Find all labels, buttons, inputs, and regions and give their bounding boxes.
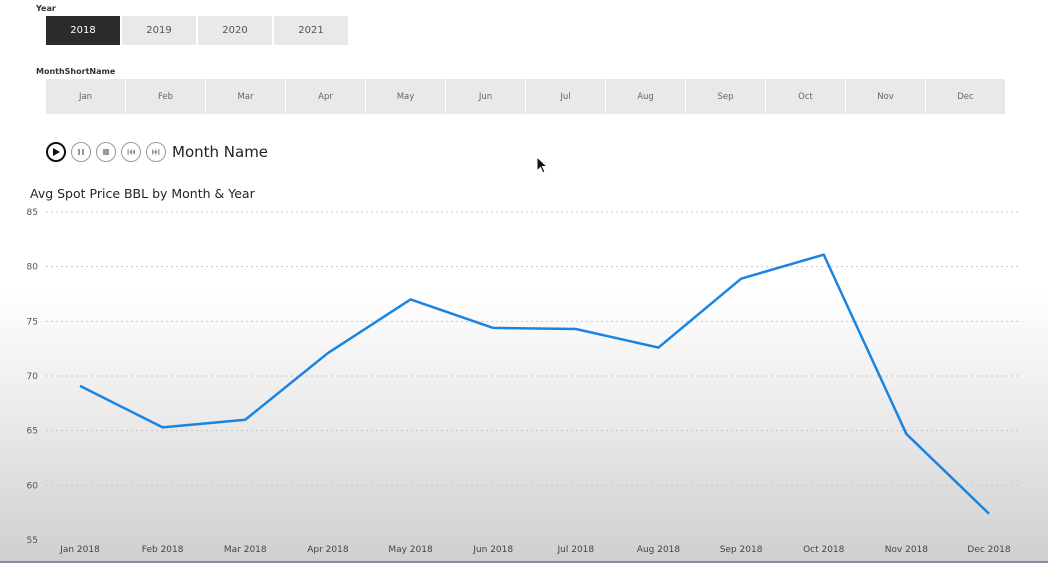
data-point[interactable] [738, 276, 744, 282]
mouse-cursor-icon [536, 156, 549, 174]
month-option-apr[interactable]: Apr [286, 79, 365, 114]
year-slicer: 2018 2019 2020 2021 [46, 16, 348, 45]
y-tick-label: 75 [27, 317, 38, 327]
y-tick-label: 70 [27, 372, 39, 382]
x-tick-label: Mar 2018 [224, 545, 267, 555]
month-option-mar[interactable]: Mar [206, 79, 285, 114]
x-tick-label: May 2018 [388, 545, 433, 555]
x-tick-label: Dec 2018 [967, 545, 1010, 555]
y-tick-label: 65 [27, 427, 38, 437]
year-slicer-label: Year [36, 4, 56, 13]
x-tick-label: Jun 2018 [472, 545, 513, 555]
data-point[interactable] [573, 326, 579, 332]
previous-icon[interactable] [121, 142, 141, 162]
x-tick-label: Nov 2018 [885, 545, 929, 555]
year-option-2020[interactable]: 2020 [198, 16, 272, 45]
play-axis-title: Month Name [172, 143, 269, 161]
data-point[interactable] [325, 350, 331, 356]
stop-icon[interactable] [96, 142, 116, 162]
x-tick-label: Jul 2018 [557, 545, 595, 555]
month-option-jun[interactable]: Jun [446, 79, 525, 114]
data-point[interactable] [408, 296, 414, 302]
month-option-jul[interactable]: Jul [526, 79, 605, 114]
y-tick-label: 80 [27, 263, 39, 273]
month-option-may[interactable]: May [366, 79, 445, 114]
month-slicer-label: MonthShortName [36, 67, 116, 76]
data-point[interactable] [655, 345, 661, 351]
x-tick-label: Sep 2018 [720, 545, 763, 555]
y-tick-label: 85 [27, 208, 38, 218]
month-option-nov[interactable]: Nov [846, 79, 925, 114]
x-tick-label: Feb 2018 [142, 545, 184, 555]
play-axis: Month Name [46, 142, 268, 162]
data-point[interactable] [77, 383, 83, 389]
data-point[interactable] [903, 431, 909, 437]
data-point[interactable] [821, 252, 827, 258]
chart-title: Avg Spot Price BBL by Month & Year [30, 186, 255, 201]
year-option-2019[interactable]: 2019 [122, 16, 196, 45]
data-point[interactable] [160, 424, 166, 430]
month-slicer: Jan Feb Mar Apr May Jun Jul Aug Sep Oct Nov Dec [46, 79, 1005, 114]
x-tick-label: Aug 2018 [637, 545, 681, 555]
play-icon[interactable] [46, 142, 66, 162]
y-tick-label: 60 [27, 481, 39, 491]
month-option-feb[interactable]: Feb [126, 79, 205, 114]
line-chart: 55 60 65 70 75 80 85 Jan 2018 Feb 2018 Mar 2018 Ap… [0, 208, 1048, 563]
x-tick-label: Oct 2018 [803, 545, 845, 555]
month-option-dec[interactable]: Dec [926, 79, 1005, 114]
next-icon[interactable] [146, 142, 166, 162]
data-point[interactable] [986, 511, 992, 517]
x-tick-label: Jan 2018 [59, 545, 100, 555]
month-option-jan[interactable]: Jan [46, 79, 125, 114]
data-point[interactable] [490, 325, 496, 331]
pause-icon[interactable] [71, 142, 91, 162]
month-option-aug[interactable]: Aug [606, 79, 685, 114]
series-line[interactable] [79, 253, 990, 515]
month-option-oct[interactable]: Oct [766, 79, 845, 114]
year-option-2018[interactable]: 2018 [46, 16, 120, 45]
data-point[interactable] [242, 417, 248, 423]
month-option-sep[interactable]: Sep [686, 79, 765, 114]
x-tick-label: Apr 2018 [307, 545, 349, 555]
year-option-2021[interactable]: 2021 [274, 16, 348, 45]
y-tick-label: 55 [27, 536, 38, 546]
